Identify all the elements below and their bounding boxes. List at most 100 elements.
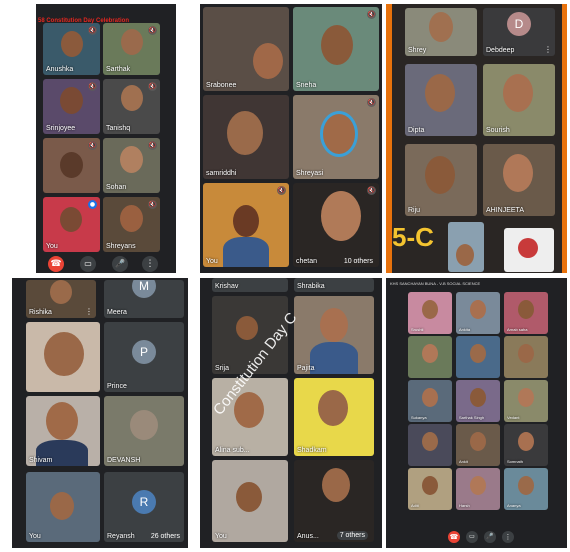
participant-face (518, 432, 534, 451)
participant-name: Aditi (411, 503, 419, 508)
participant-tile[interactable]: P Prince (104, 322, 184, 392)
participant-tile[interactable]: Pajita (294, 296, 374, 374)
participant-tile[interactable]: Riju (405, 144, 477, 216)
participant-tile[interactable]: Ankit (456, 424, 500, 466)
participant-tile[interactable]: Somnath (504, 424, 548, 466)
participant-tile[interactable]: M Meera (104, 280, 184, 318)
others-count-label[interactable]: 7 others (336, 531, 368, 540)
participant-tile[interactable]: 🔇 Tanishq (103, 79, 160, 134)
participant-name: You (29, 533, 41, 540)
panel-2-meet-screen: Srabonee 🔇 Sneha samriddhi 🔇 Shreyasi 🔇 … (200, 4, 382, 273)
meeting-title: KHS SANCHAYAN BUNA - V-B SOCIAL SCIENCE (390, 281, 481, 286)
camera-button[interactable]: ▭ (80, 256, 96, 272)
participant-face (236, 316, 258, 340)
participant-tile[interactable]: Anus... 7 others (294, 460, 374, 542)
participant-tile[interactable] (504, 228, 554, 272)
participant-tile[interactable]: AHINJEETA (483, 144, 555, 216)
participant-tile[interactable]: Shadkam (294, 378, 374, 456)
participant-tile[interactable] (408, 424, 452, 466)
participant-tile[interactable] (456, 336, 500, 378)
microphone-button[interactable]: 🎤 (112, 256, 128, 272)
participant-tile[interactable]: 🔇 chetan 10 others (293, 183, 379, 267)
participant-tile[interactable]: Harsh (456, 468, 500, 510)
participant-face (318, 390, 348, 426)
participant-tile[interactable]: 🔇 Shreyans (103, 197, 160, 252)
mic-muted-icon: 🔇 (88, 141, 97, 150)
more-options-button[interactable]: ⋮ (502, 531, 514, 543)
mic-muted-icon: 🔇 (88, 26, 97, 35)
end-call-button[interactable]: ☎ (448, 531, 460, 543)
participant-tile[interactable]: 🔇 Shreyasi (293, 95, 379, 179)
end-call-button[interactable]: ☎ (48, 256, 64, 272)
participant-face (236, 482, 262, 512)
participant-name: Shrabika (297, 283, 325, 290)
mic-muted-icon: 🔇 (367, 98, 376, 107)
participant-tile[interactable]: 🔇 Srinjoyee (43, 79, 100, 134)
participant-tile[interactable]: Ankita (456, 292, 500, 334)
participant-tile[interactable]: DEVANSH (104, 396, 184, 466)
participant-tile[interactable]: Shivam (26, 396, 100, 466)
more-options-button[interactable]: ⋮ (142, 256, 158, 272)
participant-face (422, 388, 438, 407)
participant-tile[interactable] (448, 222, 484, 272)
participant-tile[interactable]: Aditi (408, 468, 452, 510)
participant-tile[interactable]: 🔇 (43, 138, 100, 193)
participant-name: Sukanya (411, 415, 427, 420)
participant-tile[interactable]: 🔇 Sneha (293, 7, 379, 91)
others-count-label[interactable]: 10 others (344, 258, 373, 265)
others-count-label[interactable]: 26 others (151, 533, 180, 540)
participant-face (422, 344, 438, 363)
participant-name: Ananya (507, 503, 521, 508)
self-view-tile[interactable]: 🔇 You (203, 183, 289, 267)
participant-name: Sourish (486, 127, 510, 134)
participant-tile[interactable]: Krishav (212, 278, 288, 292)
participant-tile[interactable]: Srushti (408, 292, 452, 334)
participant-tile[interactable]: Dipta (405, 64, 477, 136)
participant-face (61, 31, 83, 57)
microphone-button[interactable]: 🎤 (484, 531, 496, 543)
avatar: P (132, 340, 156, 364)
self-view-tile[interactable]: You (212, 460, 288, 542)
participant-tile[interactable]: D ⋮ Debdeep (483, 8, 555, 56)
participant-tile[interactable] (504, 336, 548, 378)
participant-name: Somnath (507, 459, 524, 464)
participant-tile[interactable]: 🔇 Sohan (103, 138, 160, 193)
participant-face (518, 300, 534, 319)
participant-face (518, 344, 534, 363)
participant-face (320, 111, 358, 157)
more-options-icon[interactable]: ⋮ (544, 45, 552, 54)
participant-tile[interactable]: Vedant (504, 380, 548, 422)
participant-name: Harsh (459, 503, 470, 508)
participant-tile[interactable] (408, 336, 452, 378)
participant-face (130, 410, 158, 440)
participant-tile[interactable]: 🔇 Sarthak (103, 23, 160, 75)
participant-tile[interactable]: Shrabika (294, 278, 374, 292)
participant-name: Alina sub... (215, 447, 250, 454)
participant-face (227, 111, 263, 155)
participant-tile[interactable]: Srabonee (203, 7, 289, 91)
self-view-tile[interactable]: You (26, 472, 100, 542)
participant-name: Krishav (215, 283, 239, 290)
participant-tile[interactable] (26, 322, 100, 392)
participant-face (121, 85, 143, 111)
participant-face (121, 29, 143, 55)
participant-name: DEVANSH (107, 457, 141, 464)
participant-tile[interactable]: Sukanya (408, 380, 452, 422)
participant-tile[interactable]: Rishika ⋮ (26, 280, 96, 318)
participant-face (503, 74, 533, 112)
participant-tile[interactable]: Arnab saha (504, 292, 548, 334)
participant-tile[interactable]: Sourish (483, 64, 555, 136)
participant-tile[interactable]: samriddhi (203, 95, 289, 179)
panel-5-meet-screen: Krishav Shrabika Srija Pajita Alina sub.… (200, 278, 382, 548)
camera-button[interactable]: ▭ (466, 531, 478, 543)
self-view-tile[interactable]: ● You (43, 197, 100, 252)
participant-tile[interactable]: 🔇 Anushka (43, 23, 100, 75)
participant-tile[interactable]: Shrey (405, 8, 477, 56)
participant-name: Srabonee (206, 82, 237, 89)
participant-tile[interactable]: Sarthak Singh (456, 380, 500, 422)
more-options-icon[interactable]: ⋮ (85, 307, 93, 316)
participant-face (422, 432, 438, 451)
participant-tile[interactable]: Ananya (504, 468, 548, 510)
participant-tile[interactable]: R Reyansh 26 others (104, 472, 184, 542)
participant-name: Prince (107, 383, 127, 390)
